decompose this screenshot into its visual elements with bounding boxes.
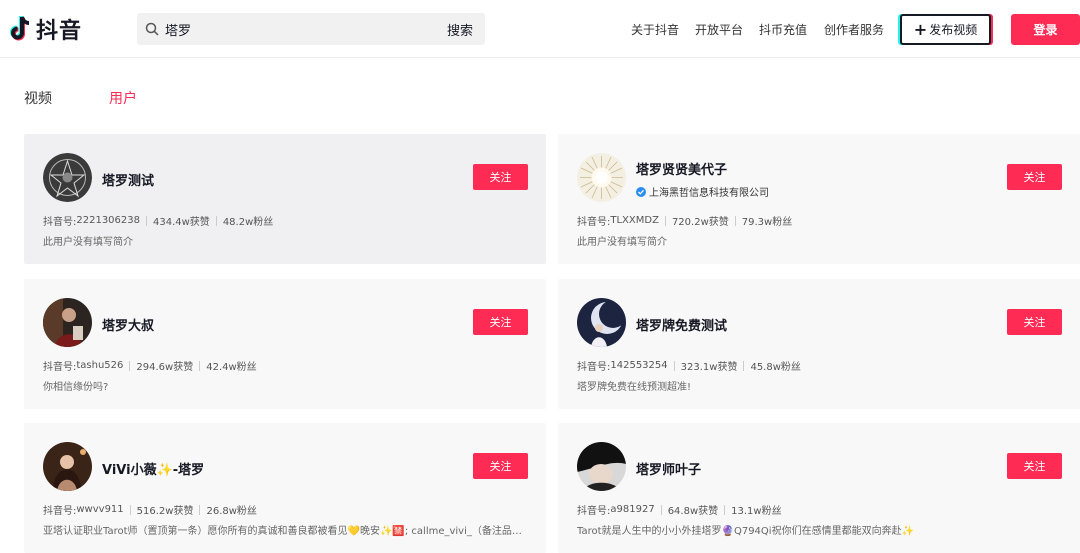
douyin-logo[interactable]: 抖音: [8, 15, 83, 44]
moon-night-avatar[interactable]: [577, 298, 626, 347]
verified-badge-icon: [636, 186, 646, 197]
divider: [199, 504, 201, 515]
user-bio: 此用户没有填写简介: [577, 237, 667, 248]
verified-org: 上海黑哲信息科技有限公司: [636, 184, 769, 199]
likes-count: 323.1w获赞: [680, 362, 738, 373]
divider: [215, 215, 217, 226]
fans-count: 42.4w粉丝: [206, 362, 257, 373]
divider: [743, 360, 745, 371]
douyin-id-label: 抖音号:: [43, 362, 77, 373]
user-name[interactable]: 塔罗贤贤美代子: [636, 159, 727, 178]
douyin-id: a981927: [610, 504, 655, 515]
user-stats: 抖音号: TLXXMDZ 720.2w获赞 79.3w粉丝: [577, 213, 792, 228]
douyin-id-label: 抖音号:: [43, 217, 77, 228]
douyin-id: wwvv911: [76, 504, 124, 515]
user-bio: 你相信缘份吗?: [43, 382, 109, 393]
user-card[interactable]: 塔罗牌免费测试 关注 抖音号: 142553254 323.1w获赞 45.8w…: [558, 279, 1080, 409]
nav-about[interactable]: 关于抖音: [631, 21, 679, 38]
divider: [660, 504, 662, 515]
user-name[interactable]: 塔罗牌免费测试: [636, 315, 727, 334]
user-card[interactable]: 塔罗大叔 关注 抖音号: tashu526 294.6w获赞 42.4w粉丝 你…: [24, 279, 546, 409]
douyin-logo-icon: [10, 16, 30, 41]
douyin-id-label: 抖音号:: [577, 217, 611, 228]
user-card[interactable]: 塔罗师叶子 关注 抖音号: a981927 64.8w获赞 13.1w粉丝 Ta…: [558, 423, 1080, 553]
user-card[interactable]: ViVi小薇✨-塔罗 关注 抖音号: wwvv911 516.2w获赞 26.8…: [24, 423, 546, 553]
divider: [724, 504, 726, 515]
user-bio: 塔罗牌免费在线预测超准!: [577, 382, 692, 393]
douyin-id-label: 抖音号:: [577, 362, 611, 373]
follow-button[interactable]: 关注: [1007, 164, 1062, 190]
man-portrait-avatar[interactable]: [43, 298, 92, 347]
likes-count: 516.2w获赞: [136, 506, 194, 517]
user-stats: 抖音号: tashu526 294.6w获赞 42.4w粉丝: [43, 358, 257, 373]
user-stats: 抖音号: 142553254 323.1w获赞 45.8w粉丝: [577, 358, 801, 373]
fans-count: 26.8w粉丝: [206, 506, 257, 517]
user-name[interactable]: ViVi小薇✨-塔罗: [102, 459, 204, 478]
divider: [199, 360, 201, 371]
follow-button[interactable]: 关注: [473, 309, 528, 335]
divider: [673, 360, 675, 371]
fans-count: 45.8w粉丝: [750, 362, 801, 373]
tarot-sigil-avatar[interactable]: [43, 153, 92, 202]
search-bar: 搜索: [137, 13, 485, 45]
sunburst-avatar[interactable]: [577, 153, 626, 202]
nav-recharge[interactable]: 抖币充值: [759, 21, 807, 38]
search-button[interactable]: 搜索: [447, 20, 473, 39]
divider: [129, 504, 131, 515]
fans-count: 48.2w粉丝: [222, 217, 274, 228]
upload-label: 发布视频: [929, 23, 978, 37]
user-name[interactable]: 塔罗测试: [102, 170, 154, 189]
user-bio: 此用户没有填写简介: [43, 237, 133, 248]
search-input[interactable]: [165, 21, 435, 37]
plus-icon: +: [913, 19, 928, 39]
tab-user[interactable]: 用户: [109, 88, 137, 108]
douyin-id-label: 抖音号:: [43, 506, 77, 517]
likes-count: 64.8w获赞: [667, 506, 719, 517]
douyin-id-label: 抖音号:: [577, 506, 611, 517]
user-name[interactable]: 塔罗大叔: [102, 315, 154, 334]
follow-button[interactable]: 关注: [473, 453, 528, 479]
nav-open-platform[interactable]: 开放平台: [695, 21, 743, 38]
nav-creator-service[interactable]: 创作者服务: [824, 21, 884, 38]
follow-button[interactable]: 关注: [473, 164, 528, 190]
divider: [146, 215, 147, 226]
top-header: 抖音 搜索 关于抖音 开放平台 抖币充值 创作者服务 + 发布视频 登录: [0, 0, 1080, 58]
douyin-id: TLXXMDZ: [610, 215, 659, 226]
likes-count: 294.6w获赞: [136, 362, 194, 373]
likes-count: 720.2w获赞: [671, 217, 729, 228]
user-stats: 抖音号: 2221306238 434.4w获赞 48.2w粉丝: [43, 213, 273, 228]
follow-button[interactable]: 关注: [1007, 309, 1062, 335]
douyin-id: tashu526: [76, 360, 124, 371]
logo-text: 抖音: [36, 19, 83, 44]
user-bio: Tarot就是人生中的小小外挂塔罗🔮Q794Qi祝你们在感情里都能双向奔赴✨: [577, 526, 915, 537]
woman-closeup-avatar[interactable]: [577, 442, 626, 491]
likes-count: 434.4w获赞: [153, 217, 210, 228]
tab-video[interactable]: 视频: [24, 88, 52, 108]
user-card[interactable]: 塔罗贤贤美代子 上海黑哲信息科技有限公司 关注 抖音号: TLXXMDZ 720…: [558, 134, 1080, 264]
upload-video-button[interactable]: + 发布视频: [900, 14, 991, 45]
user-bio: 亚塔认证职业Tarot师（置顶第一条）愿你所有的真诚和善良都被看见💛晚安✨🈲; …: [43, 526, 522, 537]
woman-portrait-avatar[interactable]: [43, 442, 92, 491]
login-button[interactable]: 登录: [1011, 14, 1080, 45]
search-icon: [145, 22, 159, 36]
user-card[interactable]: 塔罗测试 关注 抖音号: 2221306238 434.4w获赞 48.2w粉丝…: [24, 134, 546, 264]
user-name[interactable]: 塔罗师叶子: [636, 459, 701, 478]
douyin-id: 2221306238: [76, 215, 140, 226]
fans-count: 79.3w粉丝: [741, 217, 793, 228]
user-stats: 抖音号: a981927 64.8w获赞 13.1w粉丝: [577, 502, 782, 517]
user-stats: 抖音号: wwvv911 516.2w获赞 26.8w粉丝: [43, 502, 257, 517]
follow-button[interactable]: 关注: [1007, 453, 1062, 479]
fans-count: 13.1w粉丝: [731, 506, 782, 517]
divider: [129, 360, 131, 371]
divider: [664, 215, 666, 226]
douyin-id: 142553254: [610, 360, 668, 371]
divider: [734, 215, 736, 226]
verified-org-name: 上海黑哲信息科技有限公司: [649, 188, 769, 199]
